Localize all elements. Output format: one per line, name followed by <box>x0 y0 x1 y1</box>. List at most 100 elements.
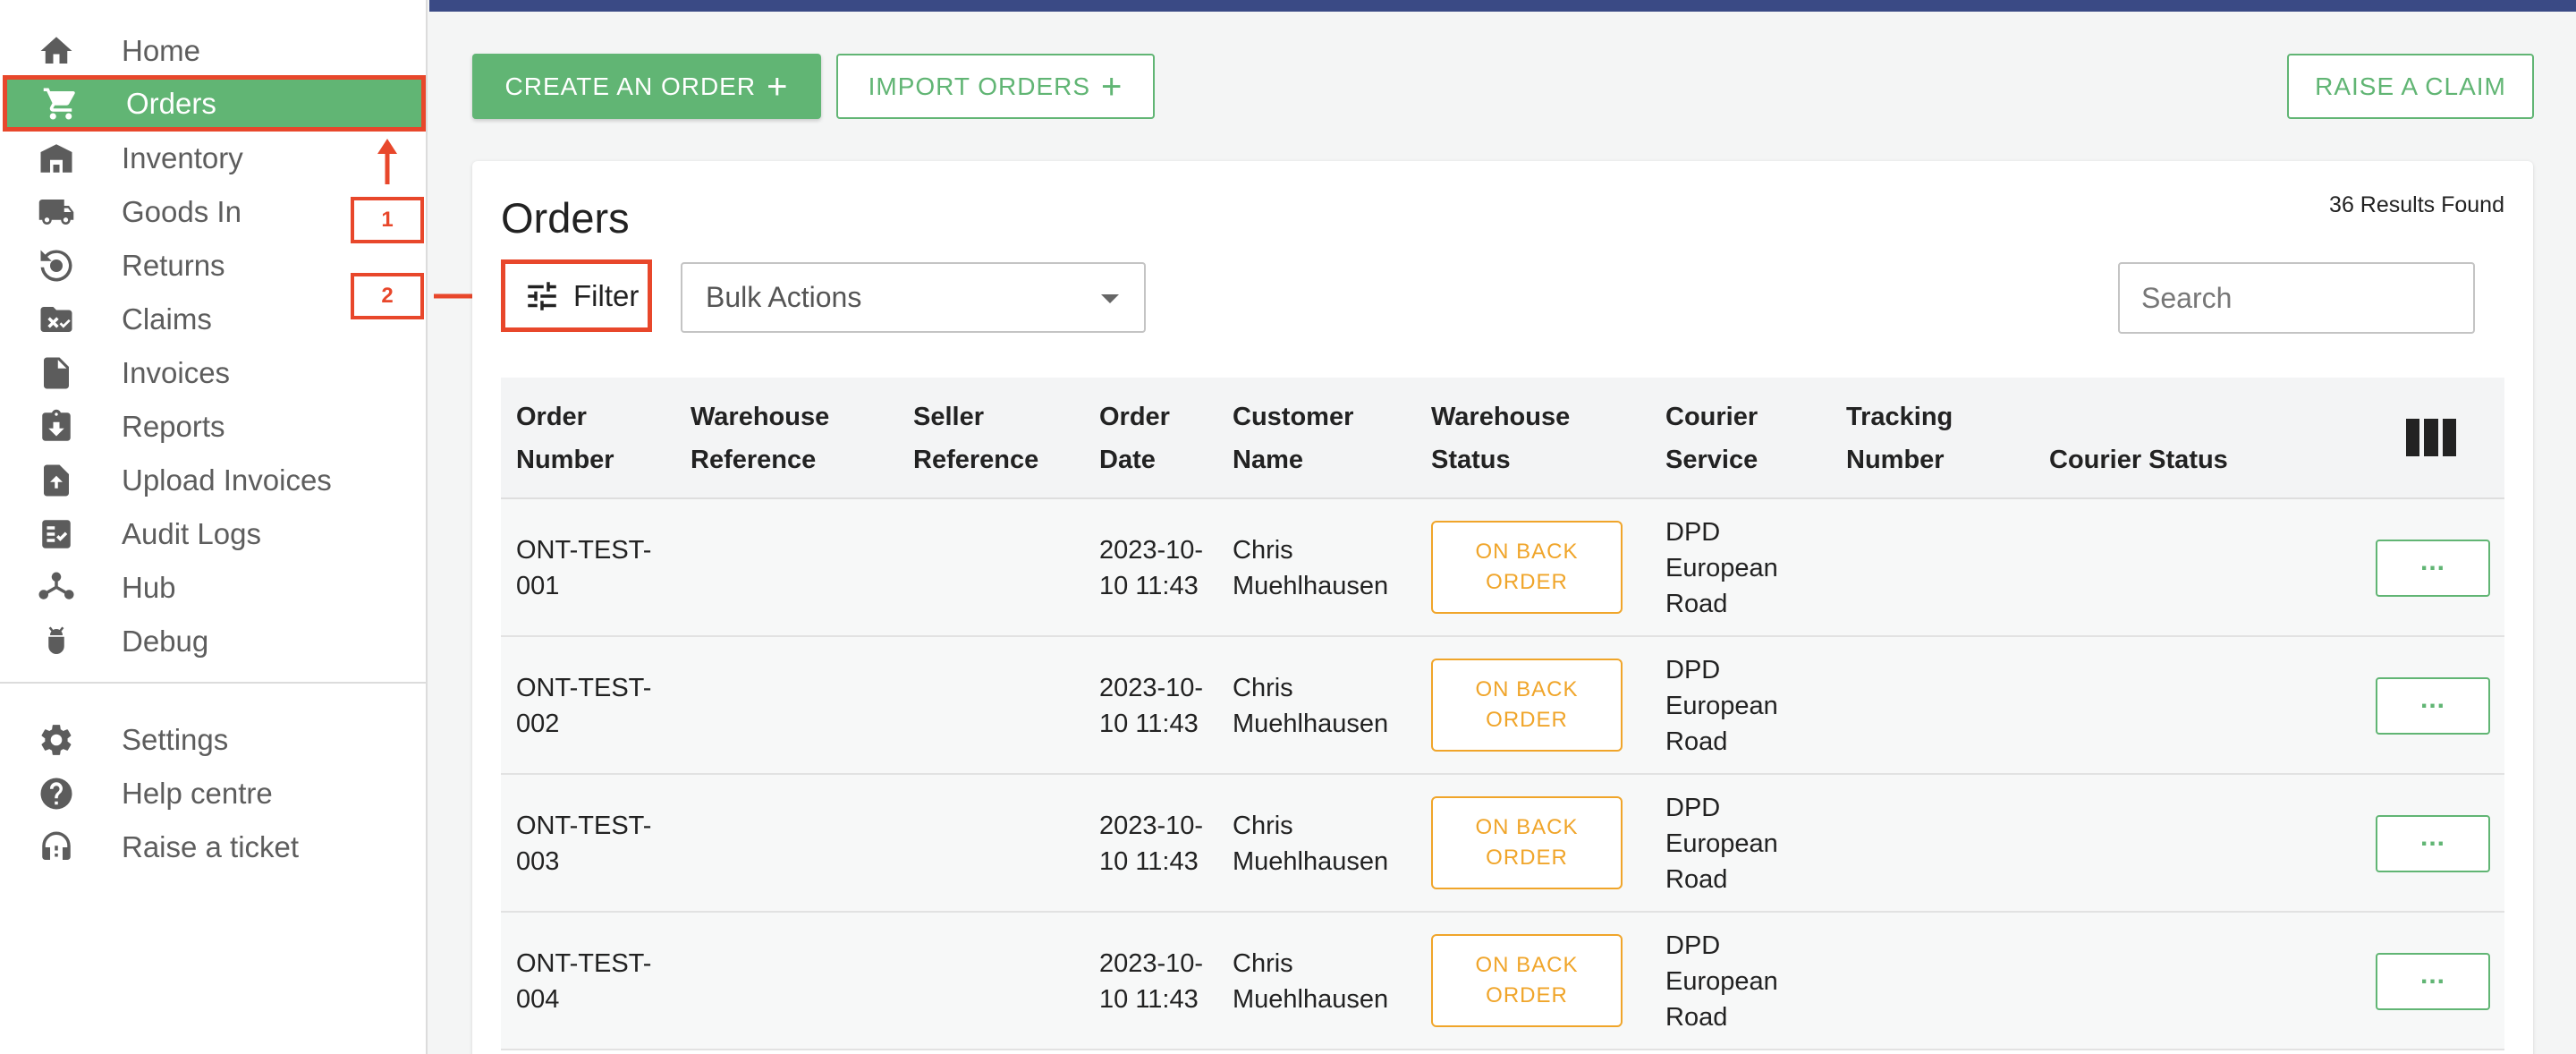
sidebar-item-reports[interactable]: Reports <box>0 401 428 453</box>
sidebar-item-label: Goods In <box>122 195 242 228</box>
sidebar-item-label: Debug <box>122 625 209 658</box>
returns-icon <box>37 246 76 285</box>
results-count: 36 Results Found <box>2329 192 2504 217</box>
bulk-actions-select[interactable]: Bulk Actions <box>681 262 1146 333</box>
sidebar-item-label: Invoices <box>122 356 231 389</box>
table-row[interactable]: ONT-TEST- 002 2023-10- 10 11:43 Chris Muehl… <box>501 637 2504 775</box>
import-orders-label: IMPORT ORDERS <box>868 72 1091 100</box>
column-header-tracking-number[interactable]: Tracking Number <box>1846 378 1953 499</box>
sidebar-item-raise-ticket[interactable]: Raise a ticket <box>0 821 428 873</box>
cart-icon <box>41 84 80 123</box>
sidebar-item-label: Raise a ticket <box>122 830 300 863</box>
sidebar-item-label: Help centre <box>122 777 273 810</box>
column-header-courier-service[interactable]: Courier Service <box>1665 378 1758 499</box>
courier-service-cell: DPD European Road <box>1665 931 1778 1032</box>
order-date-cell: 2023-10- 10 11:43 <box>1099 674 1204 738</box>
sidebar-item-label: Audit Logs <box>122 517 261 550</box>
annotation-step-1: 1 <box>351 197 424 243</box>
sidebar-item-label: Upload Invoices <box>122 463 332 497</box>
column-header-customer-name[interactable]: Customer Name <box>1233 378 1353 499</box>
page-title: Orders <box>501 194 630 242</box>
sidebar-item-invoices[interactable]: Invoices <box>0 347 428 399</box>
sidebar-item-label: Home <box>122 34 201 67</box>
row-actions-button[interactable]: ... <box>2376 677 2490 735</box>
top-bar <box>429 0 2576 12</box>
hub-icon <box>37 568 76 608</box>
column-header-courier-status[interactable]: Courier Status <box>2049 378 2228 499</box>
sidebar-item-label: Settings <box>122 723 229 756</box>
sidebar-item-audit-logs[interactable]: Audit Logs <box>0 508 428 560</box>
filter-label: Filter <box>573 278 640 312</box>
chevron-down-icon <box>1101 294 1119 303</box>
raise-claim-label: RAISE A CLAIM <box>2315 72 2506 100</box>
support-icon <box>37 828 76 867</box>
order-date-cell: 2023-10- 10 11:43 <box>1099 812 1204 876</box>
customer-name-cell: Chris Muehlhausen <box>1233 536 1389 600</box>
column-header-warehouse-status[interactable]: Warehouse Status <box>1431 378 1570 499</box>
order-number-cell: ONT-TEST- 002 <box>516 674 652 738</box>
table-row[interactable]: ONT-TEST- 004 2023-10- 10 11:43 Chris Muehl… <box>501 913 2504 1050</box>
create-order-button[interactable]: CREATE AN ORDER + <box>472 54 821 119</box>
column-header-warehouse-reference[interactable]: Warehouse Reference <box>691 378 829 499</box>
search-input[interactable] <box>2118 262 2475 334</box>
import-orders-button[interactable]: IMPORT ORDERS + <box>836 54 1155 119</box>
truck-icon <box>37 192 76 232</box>
sidebar-item-label: Reports <box>122 410 225 443</box>
sidebar-item-label: Orders <box>126 86 216 120</box>
status-badge: ON BACK ORDER <box>1431 521 1623 614</box>
sidebar-item-help-centre[interactable]: Help centre <box>0 768 428 820</box>
document-icon <box>37 353 76 393</box>
raise-claim-button[interactable]: RAISE A CLAIM <box>2287 54 2534 119</box>
help-icon <box>37 774 76 813</box>
order-date-cell: 2023-10- 10 11:43 <box>1099 536 1204 600</box>
row-actions-button[interactable]: ... <box>2376 540 2490 597</box>
courier-service-cell: DPD European Road <box>1665 656 1778 756</box>
sidebar-item-label: Claims <box>122 302 212 336</box>
bulk-actions-value: Bulk Actions <box>706 281 862 313</box>
sidebar-item-upload-invoices[interactable]: Upload Invoices <box>0 455 428 506</box>
order-number-cell: ONT-TEST- 001 <box>516 536 652 600</box>
sidebar-item-label: Returns <box>122 249 225 282</box>
status-badge: ON BACK ORDER <box>1431 796 1623 889</box>
plus-icon: + <box>767 66 789 106</box>
upload-icon <box>37 461 76 500</box>
customer-name-cell: Chris Muehlhausen <box>1233 949 1389 1014</box>
bug-icon <box>37 622 76 661</box>
warehouse-icon <box>37 139 76 178</box>
column-header-seller-reference[interactable]: Seller Reference <box>913 378 1038 499</box>
customer-name-cell: Chris Muehlhausen <box>1233 812 1389 876</box>
filter-sliders-icon <box>528 281 556 310</box>
sidebar-divider <box>0 682 428 684</box>
column-header-order-number[interactable]: Order Number <box>516 378 614 499</box>
report-download-icon <box>37 407 76 446</box>
row-actions-button[interactable]: ... <box>2376 815 2490 872</box>
order-number-cell: ONT-TEST- 004 <box>516 949 652 1014</box>
status-badge: ON BACK ORDER <box>1431 934 1623 1027</box>
sidebar: Home Orders Inventory Goods In Returns C… <box>0 0 428 1054</box>
table-row[interactable]: ONT-TEST- 003 2023-10- 10 11:43 Chris Muehl… <box>501 775 2504 913</box>
sidebar-item-hub[interactable]: Hub <box>0 562 428 614</box>
row-actions-button[interactable]: ... <box>2376 953 2490 1010</box>
filter-button[interactable]: Filter <box>501 259 652 332</box>
column-header-order-date[interactable]: Order Date <box>1099 378 1170 499</box>
sidebar-item-label: Inventory <box>122 141 243 174</box>
table-row[interactable]: ONT-TEST- 001 2023-10- 10 11:43 Chris Muehl… <box>501 499 2504 637</box>
sidebar-item-inventory[interactable]: Inventory <box>0 132 428 184</box>
claims-icon <box>37 300 76 339</box>
table-header: Order Number Warehouse Reference Seller Ref… <box>501 378 2504 499</box>
annotation-step-2: 2 <box>351 273 424 319</box>
sidebar-item-debug[interactable]: Debug <box>0 616 428 667</box>
gear-icon <box>37 720 76 760</box>
plus-icon: + <box>1101 66 1123 106</box>
sidebar-item-home[interactable]: Home <box>0 25 428 77</box>
order-date-cell: 2023-10- 10 11:43 <box>1099 949 1204 1014</box>
status-badge: ON BACK ORDER <box>1431 659 1623 752</box>
create-order-label: CREATE AN ORDER <box>504 72 757 100</box>
order-number-cell: ONT-TEST- 003 <box>516 812 652 876</box>
audit-icon <box>37 514 76 554</box>
sidebar-item-settings[interactable]: Settings <box>0 714 428 766</box>
columns-icon[interactable] <box>2406 419 2456 456</box>
customer-name-cell: Chris Muehlhausen <box>1233 674 1389 738</box>
home-icon <box>37 31 76 71</box>
sidebar-item-orders[interactable]: Orders <box>3 75 426 132</box>
